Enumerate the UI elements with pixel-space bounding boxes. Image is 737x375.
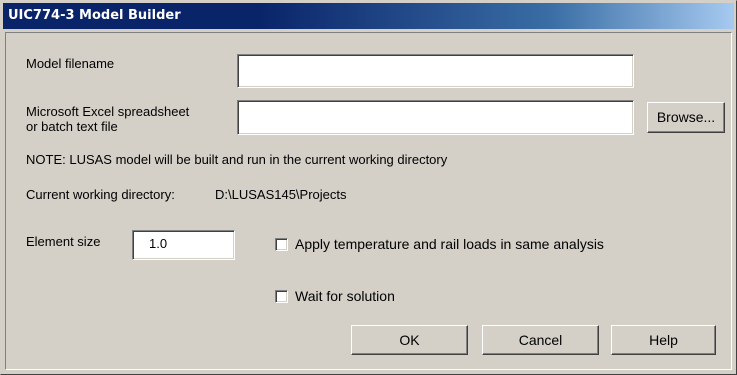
excel-file-label-line1: Microsoft Excel spreadsheet	[26, 104, 190, 119]
ok-button-label: OK	[399, 332, 420, 348]
browse-button-label: Browse...	[656, 109, 716, 125]
ok-button[interactable]: OK	[351, 325, 468, 355]
browse-button[interactable]: Browse...	[647, 102, 725, 133]
model-filename-label: Model filename	[26, 56, 115, 71]
help-button[interactable]: Help	[611, 325, 716, 355]
wait-for-solution-checkbox[interactable]	[275, 289, 288, 303]
apply-temperature-option[interactable]: Apply temperature and rail loads in same…	[275, 236, 604, 252]
wait-for-solution-option[interactable]: Wait for solution	[275, 288, 395, 304]
wait-for-solution-label: Wait for solution	[295, 288, 395, 304]
excel-file-input[interactable]	[237, 100, 634, 135]
model-builder-dialog: UIC774-3 Model Builder Model filename Mi…	[0, 0, 737, 375]
apply-temperature-label: Apply temperature and rail loads in same…	[295, 236, 604, 252]
cancel-button-label: Cancel	[518, 332, 563, 348]
window-title: UIC774-3 Model Builder	[8, 8, 181, 23]
apply-temperature-checkbox[interactable]	[275, 237, 288, 251]
excel-file-label-line2: or batch text file	[26, 119, 118, 134]
element-size-input[interactable]: 1.0	[132, 230, 235, 260]
element-size-label: Element size	[26, 234, 101, 249]
cwd-label: Current working directory:	[26, 187, 175, 202]
cwd-value: D:\LUSAS145\Projects	[215, 187, 347, 202]
model-filename-input[interactable]	[237, 54, 634, 88]
note-text: NOTE: LUSAS model will be built and run …	[26, 152, 448, 167]
title-bar[interactable]: UIC774-3 Model Builder	[3, 3, 734, 29]
cancel-button[interactable]: Cancel	[482, 325, 599, 355]
help-button-label: Help	[649, 332, 678, 348]
